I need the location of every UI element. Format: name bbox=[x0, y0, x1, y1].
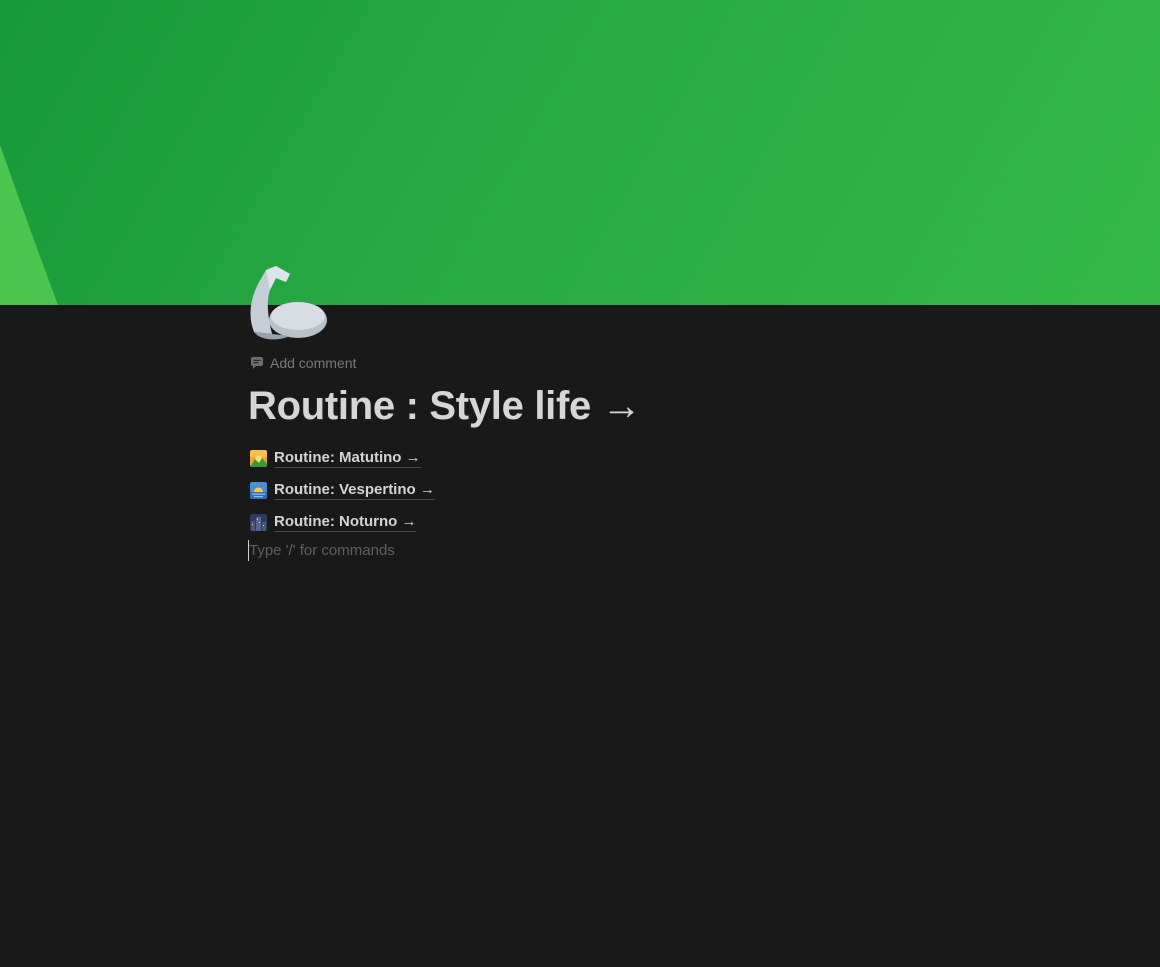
night-city-icon bbox=[250, 513, 267, 531]
page-link-label: Routine: Noturno → bbox=[274, 512, 417, 532]
page-link-label: Routine: Vespertino → bbox=[274, 480, 435, 500]
sunrise-over-mountains-icon bbox=[250, 449, 267, 467]
page-link-vespertino[interactable]: Routine: Vespertino → bbox=[250, 474, 435, 506]
add-comment-label: Add comment bbox=[270, 355, 357, 371]
page-link-label: Routine: Matutino → bbox=[274, 448, 421, 468]
sunrise-icon bbox=[250, 481, 267, 499]
page-link-noturno[interactable]: Routine: Noturno → bbox=[250, 506, 435, 538]
page-link-matutino[interactable]: Routine: Matutino → bbox=[250, 442, 435, 474]
comment-icon bbox=[251, 357, 263, 369]
flexed-biceps-icon[interactable] bbox=[246, 262, 330, 342]
page-links-list: Routine: Matutino → Routine: Vespertino … bbox=[250, 442, 435, 538]
page-title[interactable]: Routine : Style life → bbox=[248, 380, 642, 432]
page-cover[interactable] bbox=[0, 0, 1160, 305]
add-comment-button[interactable]: Add comment bbox=[250, 354, 356, 372]
cover-shape bbox=[0, 145, 58, 305]
editor-placeholder: Type '/' for commands bbox=[249, 541, 395, 559]
editor-block[interactable]: Type '/' for commands bbox=[248, 539, 395, 561]
